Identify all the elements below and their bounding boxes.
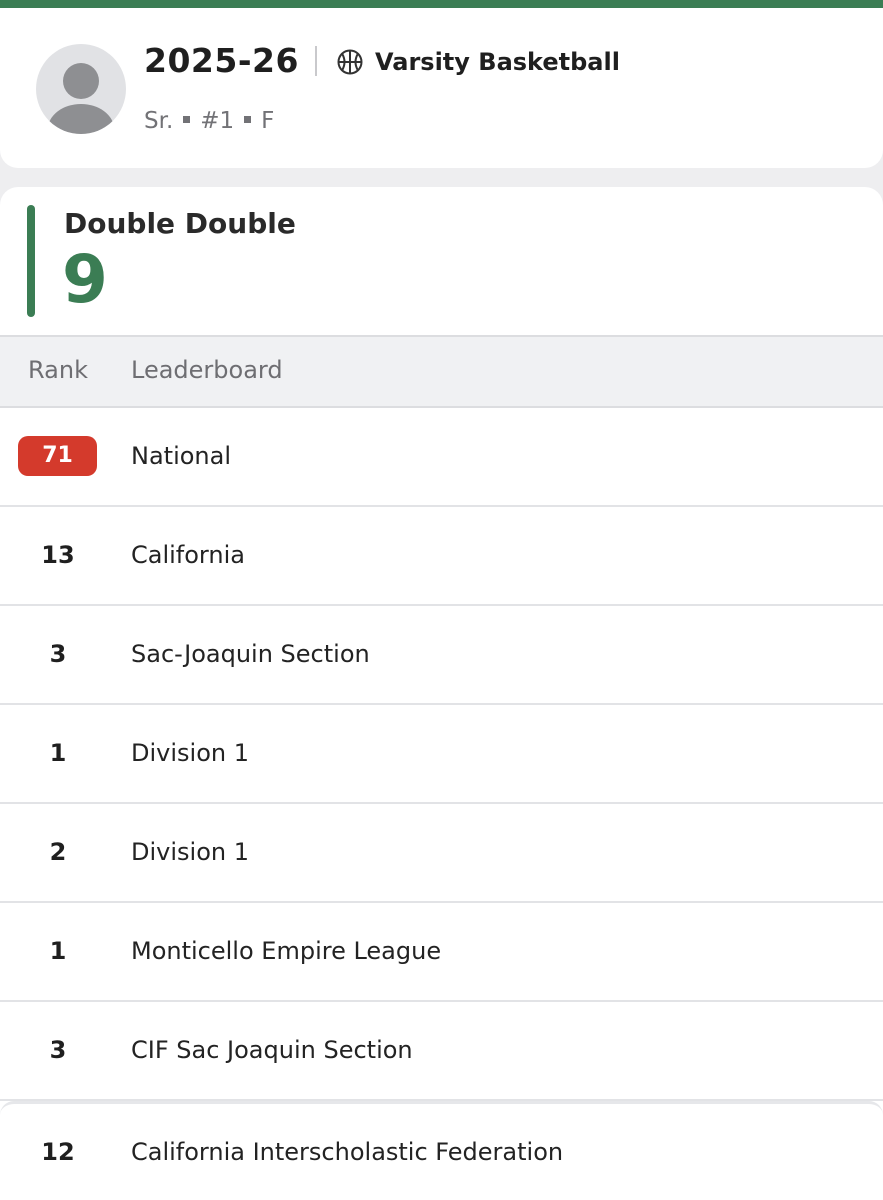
leaderboard-name: California Interscholastic Federation — [131, 1138, 564, 1166]
player-profile-card: 2025-26 Varsity Basketball Sr. #1 F — [0, 8, 883, 168]
leaderboard-row-california-interscholastic-federation[interactable]: 12 California Interscholastic Federation — [0, 1101, 883, 1200]
jersey-number: #1 — [200, 108, 235, 134]
top-accent-bar — [0, 0, 883, 8]
leaderboard-name: Sac-Joaquin Section — [131, 640, 370, 668]
leaderboard-name: Division 1 — [131, 739, 249, 767]
column-header-rank: Rank — [28, 356, 88, 384]
separator-dot — [183, 116, 191, 123]
player-position: F — [261, 108, 275, 134]
leaderboard-row-division-1-b[interactable]: 2 Division 1 — [0, 804, 883, 903]
separator-dot — [244, 116, 252, 123]
rank-badge: 71 — [18, 436, 97, 476]
rank-value: 1 — [49, 739, 67, 767]
player-meta: Sr. #1 F — [144, 108, 274, 134]
basketball-icon — [337, 49, 363, 75]
leaderboard-name: Monticello Empire League — [131, 937, 442, 965]
season-label: 2025-26 — [144, 41, 299, 80]
leaderboard-name: CIF Sac Joaquin Section — [131, 1036, 413, 1064]
rank-value: 1 — [49, 937, 67, 965]
leaderboard-row-monticello-empire-league[interactable]: 1 Monticello Empire League — [0, 903, 883, 1002]
leaderboard-row-california[interactable]: 13 California — [0, 507, 883, 606]
leaderboard-row-cif-sac-joaquin-section[interactable]: 3 CIF Sac Joaquin Section — [0, 1002, 883, 1101]
leaderboard-row-division-1[interactable]: 1 Division 1 — [0, 705, 883, 804]
stat-name: Double Double — [64, 207, 296, 240]
rank-value: 2 — [49, 838, 67, 866]
avatar-placeholder-icon[interactable] — [36, 44, 126, 134]
leaderboard-row-national[interactable]: 71 National — [0, 408, 883, 507]
stat-accent-bar — [27, 205, 35, 317]
stat-value: 9 — [62, 241, 108, 318]
leaderboard-table-header: Rank Leaderboard — [0, 335, 883, 408]
leaderboard-row-sac-joaquin-section[interactable]: 3 Sac-Joaquin Section — [0, 606, 883, 705]
leaderboard-rows: 71 National 13 California 3 Sac-Joaquin … — [0, 408, 883, 1200]
column-header-leaderboard: Leaderboard — [131, 356, 283, 384]
rank-value: 13 — [41, 541, 75, 569]
leaderboard-name: Division 1 — [131, 838, 249, 866]
sport-label: Varsity Basketball — [375, 48, 620, 76]
rank-value: 3 — [49, 640, 67, 668]
rank-value: 12 — [41, 1138, 75, 1166]
leaderboard-name: National — [131, 442, 232, 470]
class-year: Sr. — [144, 108, 174, 134]
rank-value: 3 — [49, 1036, 67, 1064]
stat-leaderboard-card: Double Double 9 Rank Leaderboard 71 Nati… — [0, 187, 883, 1200]
leaderboard-name: California — [131, 541, 245, 569]
header-divider — [315, 46, 317, 76]
